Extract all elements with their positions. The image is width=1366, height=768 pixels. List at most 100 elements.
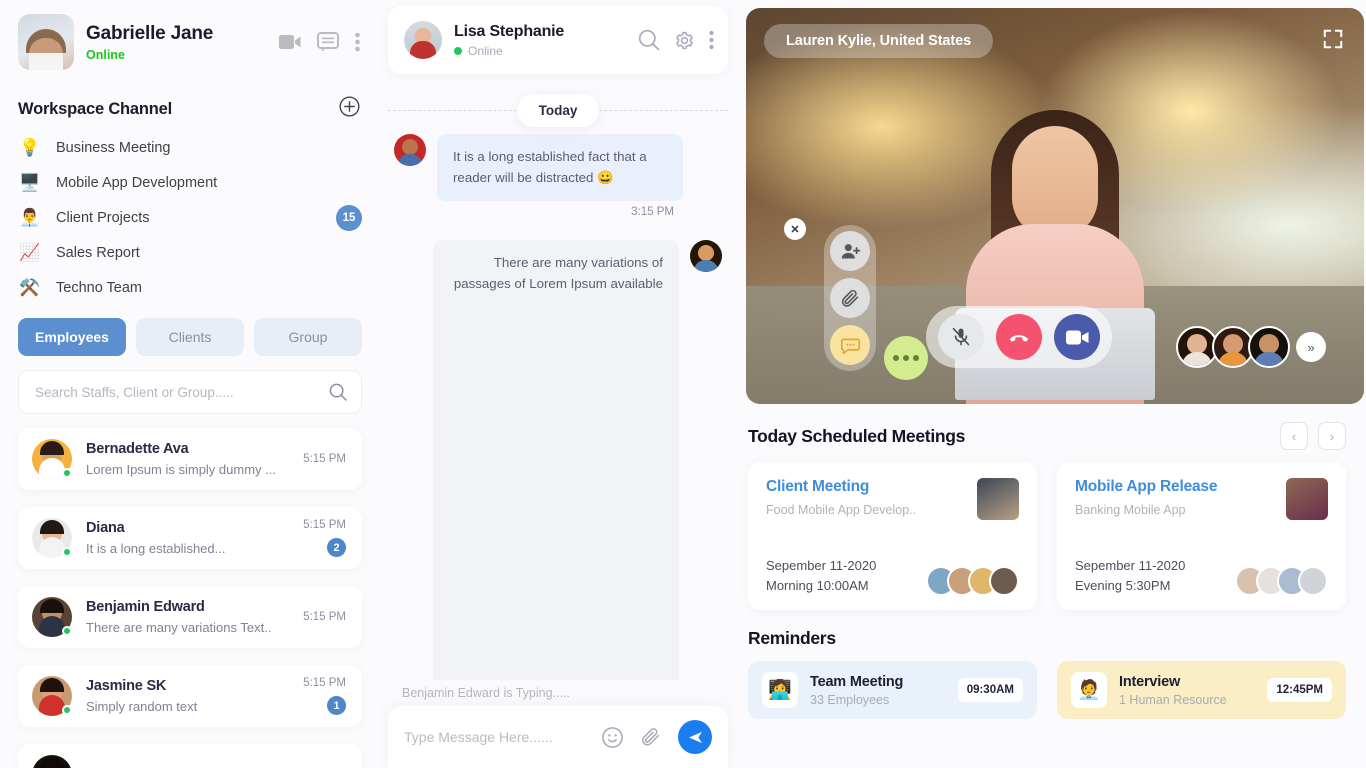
reminders-section-header: Reminders: [746, 610, 1366, 649]
list-item[interactable]: Jasmine SK Simply random text 5:15 PM 1: [18, 665, 362, 727]
sidebar-item-label: Client Projects: [56, 209, 150, 226]
reminder-subtitle: 33 Employees: [810, 692, 890, 707]
sidebar-item-sales-report[interactable]: 📈 Sales Report: [18, 235, 362, 270]
online-dot-icon: [454, 46, 462, 55]
search-icon[interactable]: [329, 383, 347, 401]
right-panel: Lauren Kylie, United States ✕ » Today Sc…: [736, 0, 1366, 768]
profile-actions: [279, 32, 364, 52]
meeting-thumbnail: [1286, 478, 1328, 520]
online-dot-icon: [62, 705, 72, 715]
sidebar-item-label: Techno Team: [56, 279, 142, 296]
chat-header: Lisa Stephanie Online: [388, 6, 728, 74]
message-row: There are many variations of passages of…: [394, 232, 722, 680]
sidebar-item-business-meeting[interactable]: 💡 Business Meeting: [18, 130, 362, 165]
tab-clients[interactable]: Clients: [136, 318, 244, 356]
meeting-time: Morning 10:00AM: [766, 577, 869, 593]
attachment-icon[interactable]: [640, 726, 662, 748]
meeting-card[interactable]: Client Meeting Food Mobile App Develop.. S…: [748, 462, 1037, 610]
search-input[interactable]: [35, 384, 329, 400]
channel-icon: 💡: [19, 138, 41, 157]
dot: [903, 355, 909, 361]
attachment-icon[interactable]: [830, 278, 870, 318]
add-channel-icon[interactable]: [339, 96, 360, 122]
list-item[interactable]: Bernadette Ava Lorem Ipsum is simply dumm…: [18, 428, 362, 490]
sidebar-item-techno-team[interactable]: ⚒️ Techno Team: [18, 270, 362, 305]
reminder-card[interactable]: 👩‍💻 Team Meeting 33 Employees 09:30AM: [748, 661, 1037, 719]
video-camera-icon[interactable]: [1054, 314, 1100, 360]
meeting-date: Sepember 11-2020: [1075, 557, 1186, 573]
workspace-channel-header: Workspace Channel: [0, 82, 380, 130]
more-vertical-icon[interactable]: [355, 32, 360, 52]
reminder-title: Team Meeting: [810, 673, 904, 690]
sidebar-item-mobile-app-development[interactable]: 🖥️ Mobile App Development: [18, 165, 362, 200]
unread-badge: 2: [327, 538, 346, 557]
workspace-channel-title: Workspace Channel: [18, 99, 173, 118]
avatar: [394, 134, 426, 166]
contact-time: 5:15 PM: [303, 677, 346, 689]
meeting-date: Sepember 11-2020: [766, 557, 877, 573]
end-call-icon[interactable]: [996, 314, 1042, 360]
channel-icon: 🖥️: [19, 173, 41, 192]
call-side-actions: [824, 225, 876, 371]
contact-name: Benjamin Edward: [86, 599, 205, 615]
meetings-section-header: Today Scheduled Meetings ‹ ›: [746, 404, 1366, 450]
message-bubble: It is a long established fact that a rea…: [437, 134, 683, 202]
attendee-stack: [1235, 566, 1328, 596]
reminder-time: 09:30AM: [957, 678, 1023, 702]
avatar: [404, 21, 442, 59]
meetings-title: Today Scheduled Meetings: [748, 425, 966, 446]
mic-muted-icon[interactable]: [938, 314, 984, 360]
reminder-time: 12:45PM: [1267, 678, 1332, 702]
list-item[interactable]: Benjamin Edward There are many variations…: [18, 586, 362, 648]
prev-button[interactable]: ‹: [1280, 422, 1308, 450]
online-dot-icon: [62, 626, 72, 636]
sidebar-item-label: Mobile App Development: [56, 174, 218, 191]
more-participants-icon[interactable]: »: [1296, 332, 1326, 362]
tab-employees[interactable]: Employees: [18, 318, 126, 356]
chat-bubble-icon[interactable]: [317, 32, 339, 52]
search-container: [0, 356, 380, 424]
search-icon[interactable]: [638, 29, 660, 51]
call-participants: »: [1176, 326, 1326, 368]
reminder-list: 👩‍💻 Team Meeting 33 Employees 09:30AM 🧑‍💼 Int…: [746, 649, 1366, 719]
contact-filter-tabs: Employees Clients Group: [0, 305, 380, 356]
more-options-icon[interactable]: [884, 336, 928, 380]
send-icon[interactable]: [678, 720, 712, 754]
avatar: [32, 597, 72, 637]
next-button[interactable]: ›: [1318, 422, 1346, 450]
app-root: Gabrielle Jane Online Workspace Channel: [0, 0, 1366, 768]
video-camera-icon[interactable]: [279, 34, 301, 50]
list-item[interactable]: Jacob Ian5:15 PM: [18, 744, 362, 768]
contact-time: 5:15 PM: [303, 611, 346, 623]
reminder-icon: 👩‍💻: [762, 672, 798, 708]
add-person-icon[interactable]: [830, 231, 870, 271]
participant-face: [1012, 126, 1098, 238]
gear-icon[interactable]: [674, 30, 695, 51]
message-input[interactable]: [404, 729, 585, 745]
tab-group[interactable]: Group: [254, 318, 362, 356]
user-profile-bar: Gabrielle Jane Online: [0, 0, 380, 82]
more-vertical-icon[interactable]: [709, 30, 714, 50]
dot: [913, 355, 919, 361]
contact-time: 5:15 PM: [303, 453, 346, 465]
reminder-card[interactable]: 🧑‍💼 Interview 1 Human Resource 12:45PM: [1057, 661, 1346, 719]
list-item[interactable]: Diana It is a long established... 5:15 PM 2: [18, 507, 362, 569]
unread-badge: 1: [327, 696, 346, 715]
sidebar-item-client-projects[interactable]: 👨‍💼 Client Projects 15: [18, 200, 362, 235]
fullscreen-icon[interactable]: [1322, 28, 1344, 55]
workspace-channel-list: 💡 Business Meeting 🖥️ Mobile App Developmen…: [0, 130, 380, 305]
avatar: [989, 566, 1019, 596]
reminders-title: Reminders: [748, 628, 836, 648]
avatar[interactable]: [1248, 326, 1290, 368]
contact-list: Bernadette Ava Lorem Ipsum is simply dumm…: [0, 424, 380, 768]
close-icon[interactable]: ✕: [784, 218, 806, 240]
meeting-card[interactable]: Mobile App Release Banking Mobile App Sepe…: [1057, 462, 1346, 610]
emoji-icon[interactable]: [601, 726, 624, 749]
page-title: Gabrielle Jane: [86, 22, 214, 44]
video-call-stage: Lauren Kylie, United States ✕ »: [746, 8, 1364, 404]
sidebar-item-label: Sales Report: [56, 244, 140, 261]
chat-bubble-icon[interactable]: [830, 325, 870, 365]
left-sidebar: Gabrielle Jane Online Workspace Channel: [0, 0, 380, 768]
typing-indicator: Benjamin Edward is Typing.....: [402, 686, 570, 700]
search-box[interactable]: [18, 370, 362, 414]
